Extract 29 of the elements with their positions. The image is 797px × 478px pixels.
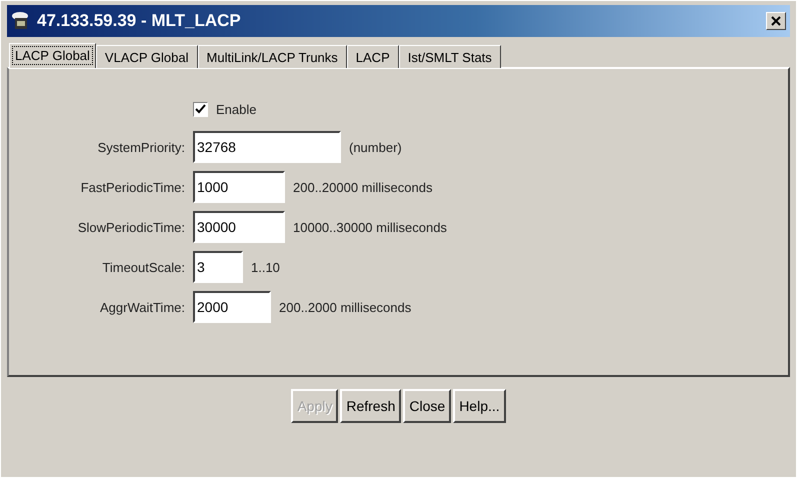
field-label: SystemPriority: (96, 140, 185, 154)
enable-checkbox[interactable] (193, 102, 208, 116)
tab[interactable]: Ist/SMLT Stats (398, 45, 501, 68)
tab[interactable]: LACP (346, 45, 399, 68)
field-hint: (number) (349, 140, 402, 154)
close-icon (771, 16, 781, 26)
input-field[interactable]: 3 (193, 251, 243, 283)
field-hint: 200..20000 milliseconds (293, 180, 432, 194)
field-hint: 200..2000 milliseconds (279, 300, 412, 314)
tab[interactable]: VLACP Global (96, 45, 198, 68)
input-field[interactable]: 2000 (193, 291, 271, 323)
field-label: FastPeriodicTime: (80, 180, 185, 194)
field-label: AggrWaitTime: (99, 300, 185, 314)
tab[interactable]: MultiLink/LACP Trunks (198, 45, 347, 68)
field-hint: 10000..30000 milliseconds (293, 220, 447, 234)
computer-icon (11, 11, 31, 31)
field-label: SlowPeriodicTime: (76, 220, 185, 234)
input-field[interactable]: 30000 (193, 211, 285, 243)
input-field[interactable]: 1000 (193, 171, 285, 203)
checkbox-label: Enable (216, 102, 256, 116)
close-button[interactable] (766, 12, 786, 30)
window-title: 47.133.59.39 - MLT_LACP (37, 11, 242, 31)
tab[interactable]: LACP Global (9, 43, 96, 68)
dialog-button[interactable]: Help... (453, 389, 506, 423)
field-hint: 1..10 (251, 260, 280, 274)
dialog-button[interactable]: Close (403, 389, 452, 423)
input-field[interactable]: 32768 (193, 131, 341, 163)
field-label: TimeoutScale: (101, 260, 185, 274)
dialog-button[interactable]: Refresh (340, 389, 402, 423)
